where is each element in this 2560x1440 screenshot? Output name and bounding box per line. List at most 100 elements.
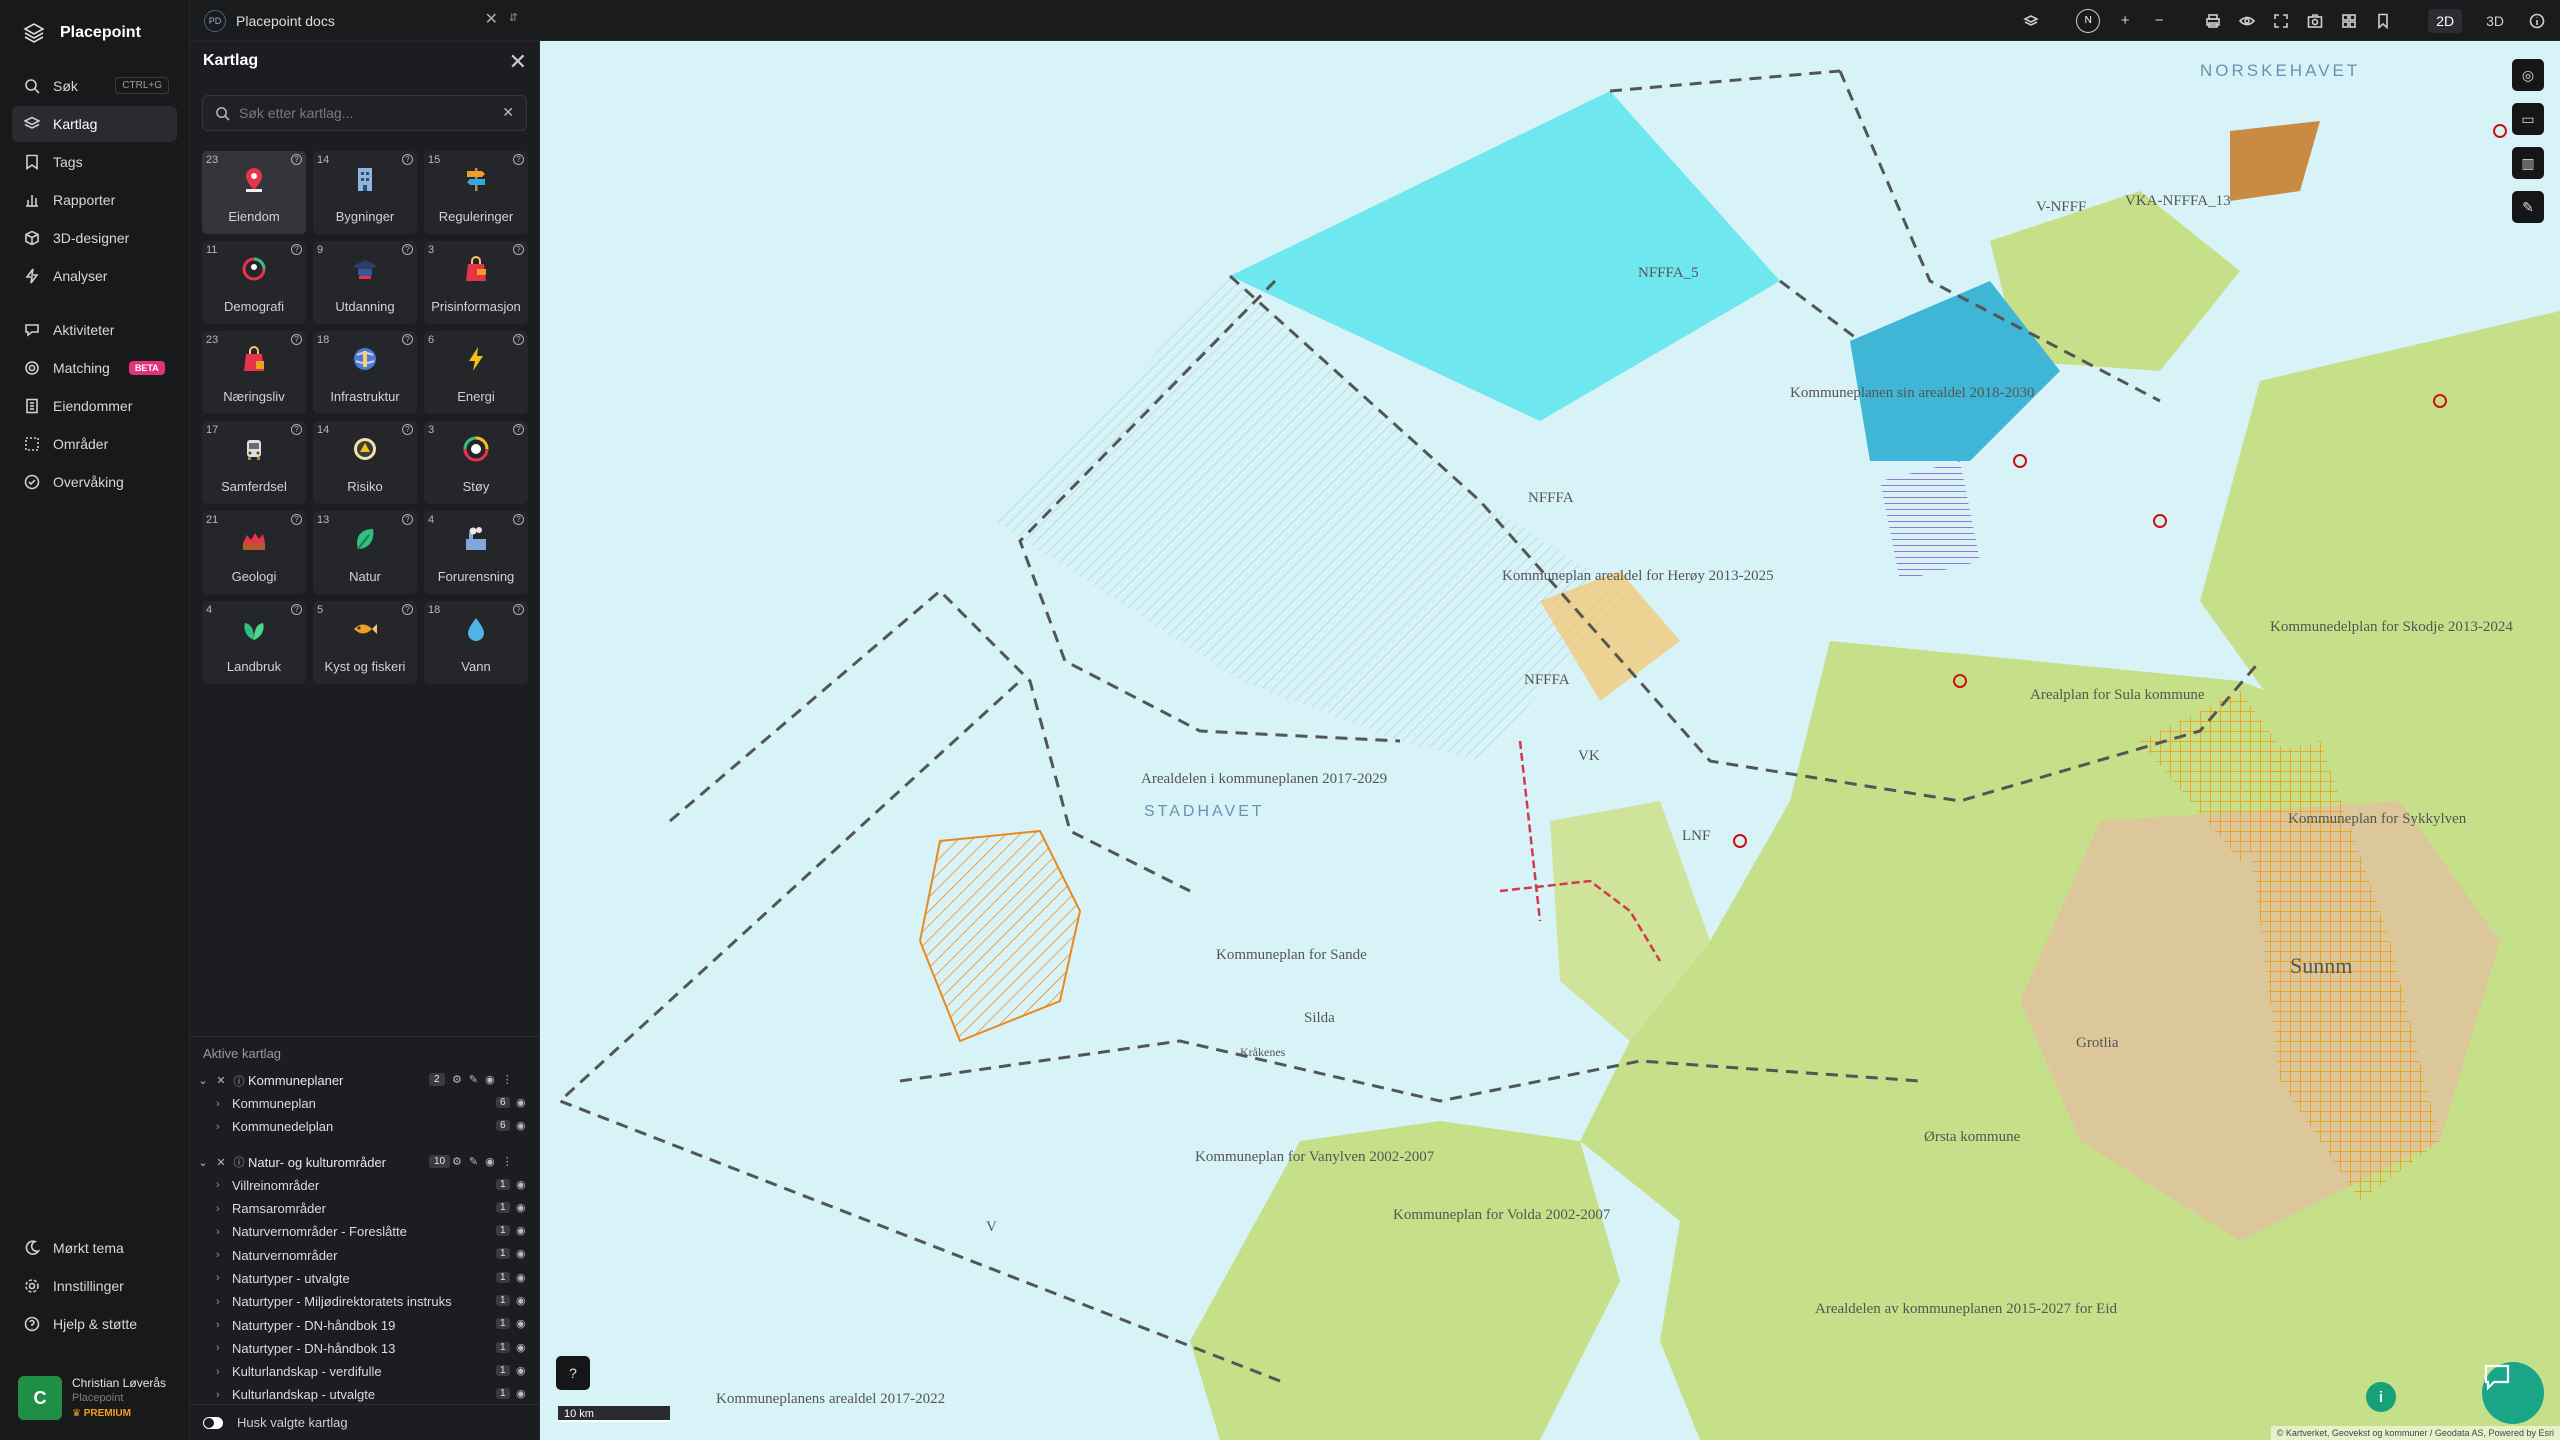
info-icon[interactable]: ? [291,604,302,615]
layer-row[interactable]: › Naturtyper - utvalgte 1 ◉ [190,1267,540,1290]
map-canvas[interactable]: NORSKEHAVET STADHAVET NFFFA_5 NFFFA Komm… [540,41,2560,1440]
chat-support-button[interactable] [2482,1362,2544,1424]
eye-icon[interactable]: ◉ [485,1155,495,1168]
category-tile-energi[interactable]: 6? Energi [424,331,528,414]
remove-icon[interactable]: ✕ [212,1074,230,1087]
grid-view-button[interactable] [2340,12,2358,30]
close-icon[interactable]: ✕ [485,9,498,29]
category-tile-samferdsel[interactable]: 17? Samferdsel [202,421,306,504]
bookmark-button[interactable] [2374,12,2392,30]
layer-search-input[interactable] [239,96,499,130]
info-icon[interactable]: ? [291,244,302,255]
brand[interactable]: Placepoint [0,0,189,66]
category-tile-vann[interactable]: 18? Vann [424,601,528,684]
layer-row[interactable]: › Kommunedelplan 6 ◉ [190,1115,540,1138]
category-tile-utdanning[interactable]: 9? Utdanning [313,241,417,324]
info-icon[interactable]: ? [513,514,524,525]
chevron-right-icon[interactable]: › [216,1226,232,1238]
category-tile-landbruk[interactable]: 4? Landbruk [202,601,306,684]
eye-icon[interactable]: ◉ [516,1247,526,1260]
chevron-right-icon[interactable]: › [216,1389,232,1401]
nav-item-dark-theme[interactable]: Mørkt tema [12,1230,178,1266]
layer-row[interactable]: › Kommuneplan 6 ◉ [190,1092,540,1115]
chevron-right-icon[interactable]: › [216,1203,232,1215]
eye-icon[interactable]: ◉ [516,1178,526,1191]
chevron-right-icon[interactable]: › [216,1179,232,1191]
nav-item-tags[interactable]: Tags [12,144,177,180]
info-icon[interactable]: ⓘ [230,1073,248,1089]
category-tile-geologi[interactable]: 21? Geologi [202,511,306,594]
nav-item-search[interactable]: Søk CTRL+G [12,68,177,104]
info-icon[interactable]: ? [513,424,524,435]
fullscreen-button[interactable] [2272,12,2290,30]
eye-icon[interactable]: ◉ [516,1271,526,1284]
nav-item-kartlag[interactable]: Kartlag [12,106,177,142]
screenshot-button[interactable] [2306,12,2324,30]
layer-row[interactable]: › Ramsarområder 1 ◉ [190,1197,540,1220]
category-tile-forurensning[interactable]: 4? Forurensning [424,511,528,594]
remember-layers-toggle[interactable] [203,1416,223,1429]
info-icon[interactable]: ? [291,424,302,435]
nav-item-matching[interactable]: Matching BETA [12,350,177,386]
info-icon[interactable]: ⓘ [230,1154,248,1170]
clear-search-button[interactable]: ✕ [502,104,514,121]
compass-north-button[interactable]: N [2076,8,2101,33]
nav-item-help[interactable]: Hjelp & støtte [12,1306,178,1342]
remove-icon[interactable]: ✕ [212,1156,230,1169]
zoom-out-button[interactable]: − [2150,12,2168,30]
eye-icon[interactable]: ◉ [516,1224,526,1237]
nav-item-omrader[interactable]: Områder [12,426,177,462]
chevron-right-icon[interactable]: › [216,1121,232,1133]
measure-button[interactable]: ▭ [2512,103,2544,135]
nav-item-rapporter[interactable]: Rapporter [12,182,177,218]
mode-2d-button[interactable]: 2D [2428,8,2463,33]
layer-row[interactable]: › Villreinområder 1 ◉ [190,1174,540,1197]
draw-button[interactable]: ✎ [2512,191,2544,223]
layer-row[interactable]: › Naturtyper - DN-håndbok 19 1 ◉ [190,1313,540,1336]
user-profile[interactable]: C Christian Løverås Placepoint ♛ PREMIUM [18,1372,182,1424]
chevron-right-icon[interactable]: › [216,1098,232,1110]
info-icon[interactable]: ? [513,154,524,165]
chevron-right-icon[interactable]: › [216,1319,232,1331]
chevron-right-icon[interactable]: › [216,1366,232,1378]
info-icon[interactable]: ? [402,604,413,615]
eye-icon[interactable]: ◉ [516,1341,526,1354]
edit-icon[interactable]: ✎ [469,1073,478,1086]
category-tile-demografi[interactable]: 11? Demografi [202,241,306,324]
info-icon[interactable]: ? [402,154,413,165]
category-tile-kyst-og-fiskeri[interactable]: 5? Kyst og fiskeri [313,601,417,684]
map-info-button[interactable]: i [2366,1382,2396,1412]
chevron-right-icon[interactable]: › [216,1249,232,1261]
remember-layers-row[interactable]: Husk valgte kartlag [190,1404,540,1440]
layer-row[interactable]: › Naturtyper - DN-håndbok 13 1 ◉ [190,1337,540,1360]
nav-item-analyser[interactable]: Analyser [12,258,177,294]
category-tile-bygninger[interactable]: 14? Bygninger [313,151,417,234]
chevron-right-icon[interactable]: › [216,1342,232,1354]
eye-icon[interactable]: ◉ [516,1119,526,1132]
chevron-down-icon[interactable]: ⌄ [194,1156,212,1169]
more-icon[interactable]: ⋮ [502,1073,513,1086]
category-tile-næringsliv[interactable]: 23? Næringsliv [202,331,306,414]
nav-item-overvaking[interactable]: Overvåking [12,464,177,500]
eye-icon[interactable]: ◉ [485,1073,495,1086]
chevron-updown-icon[interactable]: ⇵ [509,11,518,24]
chevron-down-icon[interactable]: ⌄ [194,1074,212,1087]
document-tab[interactable]: PD Placepoint docs ✕ ⇵ [204,7,522,35]
eye-icon[interactable]: ◉ [516,1317,526,1330]
info-icon[interactable]: ? [291,334,302,345]
settings-icon[interactable]: ⚙ [452,1155,462,1168]
category-tile-eiendom[interactable]: 23? Eiendom [202,151,306,234]
nav-item-settings[interactable]: Innstillinger [12,1268,178,1304]
nav-item-eiendommer[interactable]: Eiendommer [12,388,177,424]
info-button[interactable] [2528,12,2546,30]
map-style-button[interactable]: ◎ [2512,59,2544,91]
layers-stack-button[interactable] [2022,12,2040,30]
layer-group-row[interactable]: ⌄ ✕ ⓘ Natur- og kulturområder 10 ⚙ ✎ ◉ ⋮ [190,1151,540,1174]
info-icon[interactable]: ? [402,244,413,255]
chevron-right-icon[interactable]: › [216,1272,232,1284]
more-icon[interactable]: ⋮ [502,1155,513,1168]
category-tile-infrastruktur[interactable]: 18? Infrastruktur [313,331,417,414]
info-icon[interactable]: ? [402,334,413,345]
info-icon[interactable]: ? [402,514,413,525]
layer-row[interactable]: › Naturvernområder - Foreslåtte 1 ◉ [190,1220,540,1243]
